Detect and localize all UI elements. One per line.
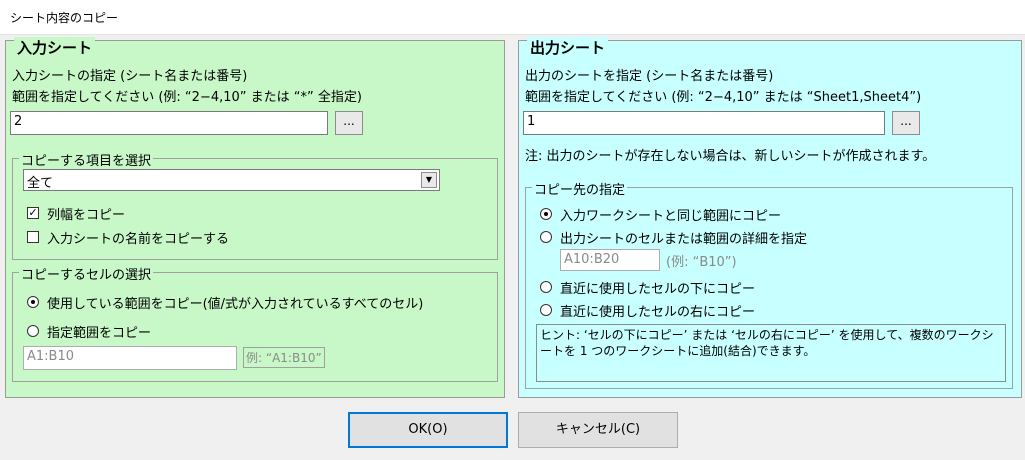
input-sheet-field[interactable]: 2 <box>10 111 328 135</box>
output-sheet-instruction-2: 範囲を指定してください (例: “2−4,10” または “Sheet1,She… <box>525 90 922 105</box>
output-sheet-panel: 出力シート 出力のシートを指定 (シート名または番号) 範囲を指定してください … <box>518 37 1022 398</box>
col-width-checkbox[interactable]: ✓ <box>27 207 39 219</box>
right-radio[interactable] <box>540 304 552 316</box>
same-range-radio[interactable] <box>540 208 552 220</box>
specified-range-label: 指定範囲をコピー <box>47 326 152 341</box>
hint-box: ヒント: ‘セルの下にコピー’ または ‘セルの右にコピー’ を使用して、複数の… <box>536 324 1006 382</box>
destination-legend: コピー先の指定 <box>532 179 628 198</box>
cell-input[interactable]: A10:B20 <box>560 249 660 271</box>
input-sheet-legend: 入力シート <box>14 37 96 58</box>
input-sheet-instruction-2: 範囲を指定してください (例: “2−4,10” または “*” 全指定) <box>12 90 362 105</box>
copy-items-selected: 全て <box>27 176 54 191</box>
specify-cell-label: 出力シートのセルまたは範囲の詳細を指定 <box>560 232 808 247</box>
input-sheet-browse-button[interactable]: ... <box>335 111 363 135</box>
output-sheet-note: 注: 出力のシートが存在しない場合は、新しいシートが作成されます。 <box>525 149 936 164</box>
cell-example: (例: “B10”) <box>666 255 737 270</box>
output-sheet-instruction-1: 出力のシートを指定 (シート名または番号) <box>525 69 774 84</box>
same-range-label: 入力ワークシートと同じ範囲にコピー <box>560 209 782 224</box>
used-range-label: 使用している範囲をコピー(値/式が入力されているすべてのセル) <box>47 297 424 312</box>
col-width-label: 列幅をコピー <box>47 208 126 223</box>
window-title: シート内容のコピー <box>10 11 119 25</box>
copy-items-select[interactable]: 全て ▼ <box>23 169 440 191</box>
chevron-down-icon[interactable]: ▼ <box>421 172 437 188</box>
cell-selection-group: コピーするセルの選択 使用している範囲をコピー(値/式が入力されているすべてのセ… <box>12 264 498 382</box>
title-bar: シート内容のコピー <box>0 0 1025 35</box>
range-input[interactable]: A1:B10 <box>23 346 237 370</box>
cell-selection-legend: コピーするセルの選択 <box>19 264 154 283</box>
copy-items-group: コピーする項目を選択 全て ▼ ✓ 列幅をコピー 入力シートの名前をコピーする <box>12 150 498 260</box>
output-sheet-legend: 出力シート <box>527 37 609 58</box>
specify-cell-radio[interactable] <box>540 231 552 243</box>
used-range-radio[interactable] <box>27 296 39 308</box>
cancel-button[interactable]: キャンセル(C) <box>518 412 678 448</box>
copy-name-label: 入力シートの名前をコピーする <box>47 232 230 247</box>
input-sheet-instruction-1: 入力シートの指定 (シート名または番号) <box>12 69 248 84</box>
copy-items-legend: コピーする項目を選択 <box>19 150 154 169</box>
right-label: 直近に使用したセルの右にコピー <box>560 305 756 320</box>
specified-range-radio[interactable] <box>27 325 39 337</box>
range-example: 例: “A1:B10” <box>243 347 325 368</box>
destination-group: コピー先の指定 入力ワークシートと同じ範囲にコピー 出力シートのセルまたは範囲の… <box>525 179 1013 389</box>
output-sheet-field[interactable]: 1 <box>523 111 885 135</box>
below-radio[interactable] <box>540 281 552 293</box>
input-sheet-panel: 入力シート 入力シートの指定 (シート名または番号) 範囲を指定してください (… <box>5 37 505 398</box>
below-label: 直近に使用したセルの下にコピー <box>560 282 756 297</box>
copy-name-checkbox[interactable] <box>27 231 39 243</box>
output-sheet-browse-button[interactable]: ... <box>892 111 920 135</box>
ok-button[interactable]: OK(O) <box>348 412 508 448</box>
